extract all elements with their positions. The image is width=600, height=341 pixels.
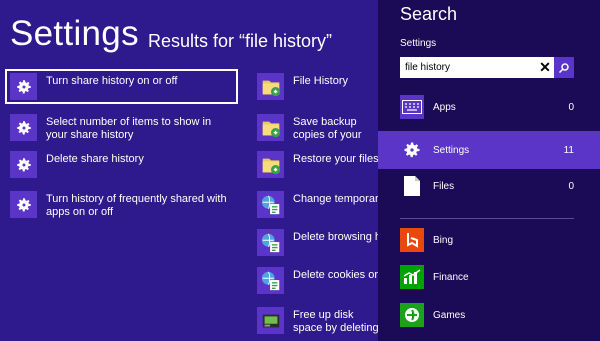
app-finance[interactable]: Finance (378, 258, 600, 296)
result-save-backup[interactable]: Save backup copies of your files with Fi… (257, 114, 378, 142)
gear-icon (10, 151, 37, 178)
result-disk-cleanup[interactable]: Free up disk space by deleting unnecessa… (257, 307, 378, 335)
category-files[interactable]: Files 0 (378, 167, 600, 205)
results-area: Settings Results for “file history” Turn… (0, 0, 378, 341)
internet-options-icon (257, 229, 284, 256)
category-label: Files (433, 180, 455, 192)
gear-icon (10, 73, 37, 100)
file-history-icon (257, 114, 284, 141)
search-pane-title: Search (400, 4, 458, 24)
page-title: Settings (10, 14, 139, 53)
category-label: Settings (433, 144, 470, 156)
file-icon (400, 174, 424, 198)
clear-icon[interactable]: ✕ (536, 57, 554, 78)
result-delete-share-history[interactable]: Delete share history (10, 151, 232, 178)
internet-options-icon (257, 191, 284, 218)
search-icon (558, 62, 569, 73)
keyboard-icon (400, 95, 424, 119)
app-label: Bing (433, 234, 454, 246)
search-box: ✕ (400, 57, 574, 78)
search-input[interactable] (400, 58, 536, 77)
result-label: File History (293, 75, 349, 87)
file-history-icon (257, 151, 284, 178)
result-label: Turn history of frequently shared with a… (46, 193, 227, 218)
result-label: Delete cookies or temporary files (293, 269, 378, 281)
search-pane: Search Settings ✕ Apps 0 Settings 11 Fil… (378, 0, 600, 341)
result-restore-files[interactable]: Restore your files with File History (257, 151, 378, 178)
result-label: Turn share history on or off (46, 75, 178, 87)
divider (400, 218, 574, 219)
app-label: Games (433, 309, 466, 321)
category-count: 0 (568, 101, 574, 113)
result-file-history[interactable]: File History (257, 73, 378, 100)
result-turn-share-history[interactable]: Turn share history on or off (5, 69, 238, 104)
disk-cleanup-icon (257, 307, 284, 334)
bing-icon (400, 228, 424, 252)
result-label: Select number of items to show in your s… (46, 116, 212, 141)
category-settings[interactable]: Settings 11 (378, 131, 600, 169)
app-bing[interactable]: Bing (378, 221, 600, 259)
result-label: Free up disk space by deleting unnecessa… (293, 309, 378, 334)
finance-icon (400, 265, 424, 289)
search-button[interactable] (554, 57, 574, 78)
result-label: Delete browsing history (293, 231, 378, 243)
gear-icon (10, 191, 37, 218)
result-label: Restore your files with File History (293, 153, 378, 165)
search-scope-label: Settings (400, 38, 437, 49)
result-temporary-internet-files[interactable]: Change temporary Internet file settings (257, 191, 378, 218)
result-delete-browsing-history[interactable]: Delete browsing history (257, 229, 378, 256)
result-select-share-items[interactable]: Select number of items to show in your s… (10, 114, 232, 142)
category-apps[interactable]: Apps 0 (378, 88, 600, 126)
result-label: Delete share history (46, 153, 144, 165)
games-icon (400, 303, 424, 327)
result-frequently-shared[interactable]: Turn history of frequently shared with a… (10, 191, 232, 219)
result-label: Save backup copies of your files with Fi… (293, 116, 362, 141)
internet-options-icon (257, 267, 284, 294)
file-history-icon (257, 73, 284, 100)
result-label: Change temporary Internet file settings (293, 193, 378, 205)
category-count: 0 (568, 180, 574, 192)
category-count: 11 (563, 144, 574, 156)
app-games[interactable]: Games (378, 296, 600, 334)
category-label: Apps (433, 101, 456, 113)
app-label: Finance (433, 271, 469, 283)
gear-icon (10, 114, 37, 141)
results-subtitle: Results for “file history” (148, 31, 333, 51)
gear-icon (400, 138, 424, 162)
result-delete-cookies[interactable]: Delete cookies or temporary files (257, 267, 378, 294)
